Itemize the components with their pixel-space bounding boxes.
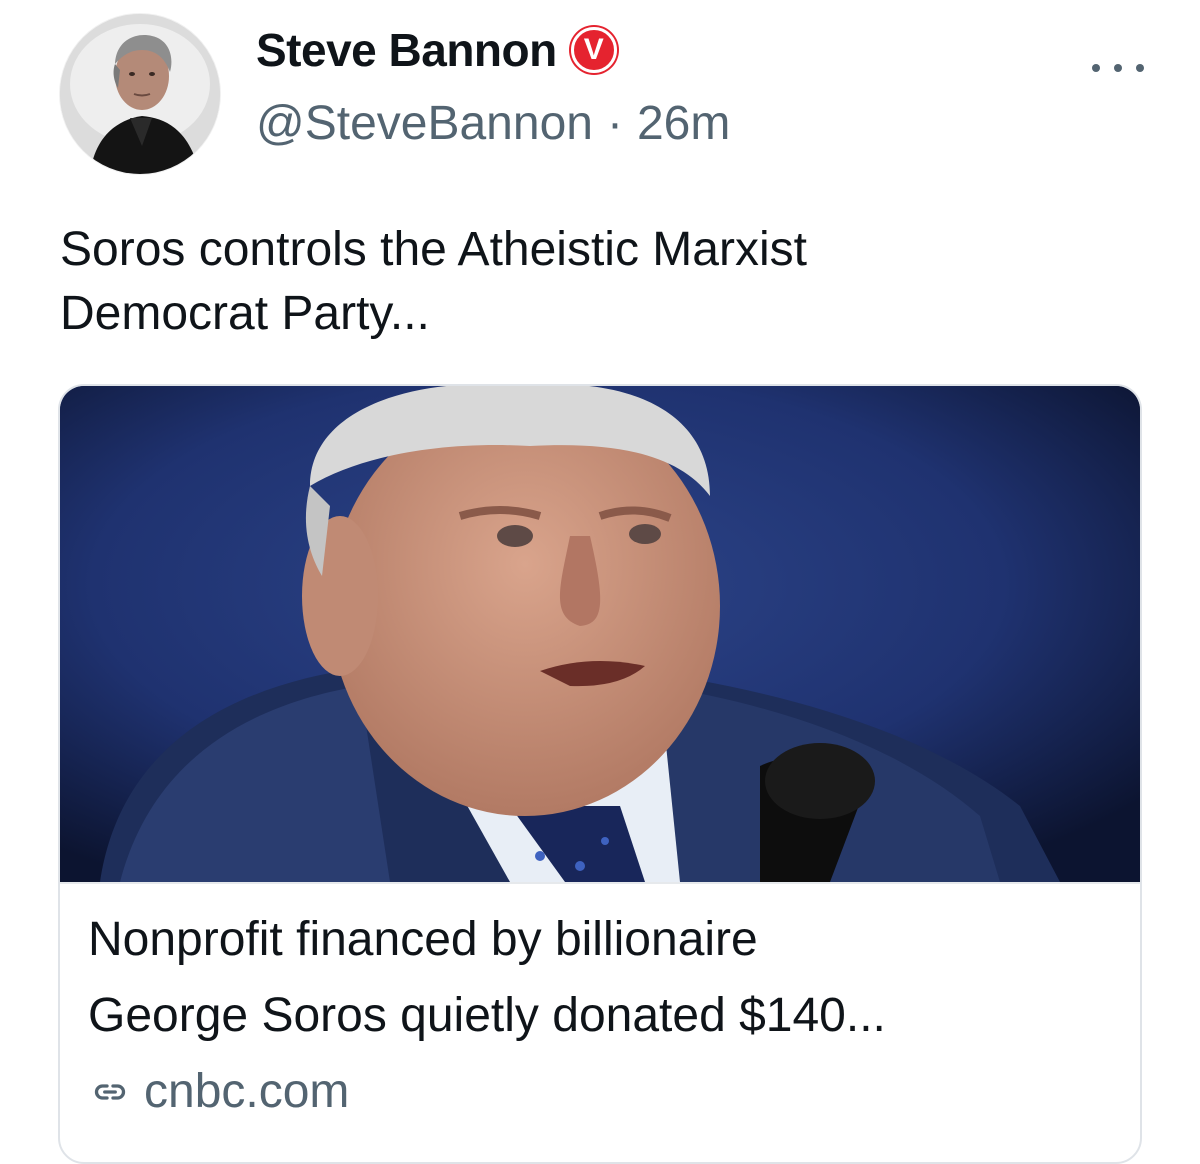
author-avatar[interactable]: [60, 14, 220, 174]
more-horizontal-icon: [1092, 64, 1100, 72]
more-horizontal-icon: [1114, 64, 1122, 72]
link-preview-source[interactable]: cnbc.com: [88, 1062, 349, 1122]
avatar-photo: [60, 14, 220, 174]
more-horizontal-icon: [1136, 64, 1144, 72]
card-divider: [60, 882, 1140, 884]
link-icon: [88, 1070, 132, 1114]
author-display-name[interactable]: Steve Bannon: [256, 20, 557, 80]
link-preview-card[interactable]: Nonprofit financed by billionaire George…: [58, 384, 1142, 1164]
author-handle[interactable]: @SteveBannon: [256, 94, 593, 154]
link-preview-title[interactable]: Nonprofit financed by billionaire George…: [88, 902, 1118, 1054]
author-meta: @SteveBannon · 26m: [256, 94, 730, 154]
author-name-row: Steve Bannon V: [256, 20, 617, 80]
tweet-text: Soros controls the Atheistic Marxist Dem…: [60, 223, 807, 340]
post-timestamp[interactable]: 26m: [637, 94, 730, 154]
verified-badge-icon: V: [570, 27, 617, 73]
more-options-button[interactable]: [1092, 56, 1144, 80]
article-photo: [60, 386, 1140, 882]
link-source-domain: cnbc.com: [144, 1065, 350, 1118]
meta-separator: ·: [606, 97, 623, 150]
link-preview-image: [60, 386, 1140, 882]
